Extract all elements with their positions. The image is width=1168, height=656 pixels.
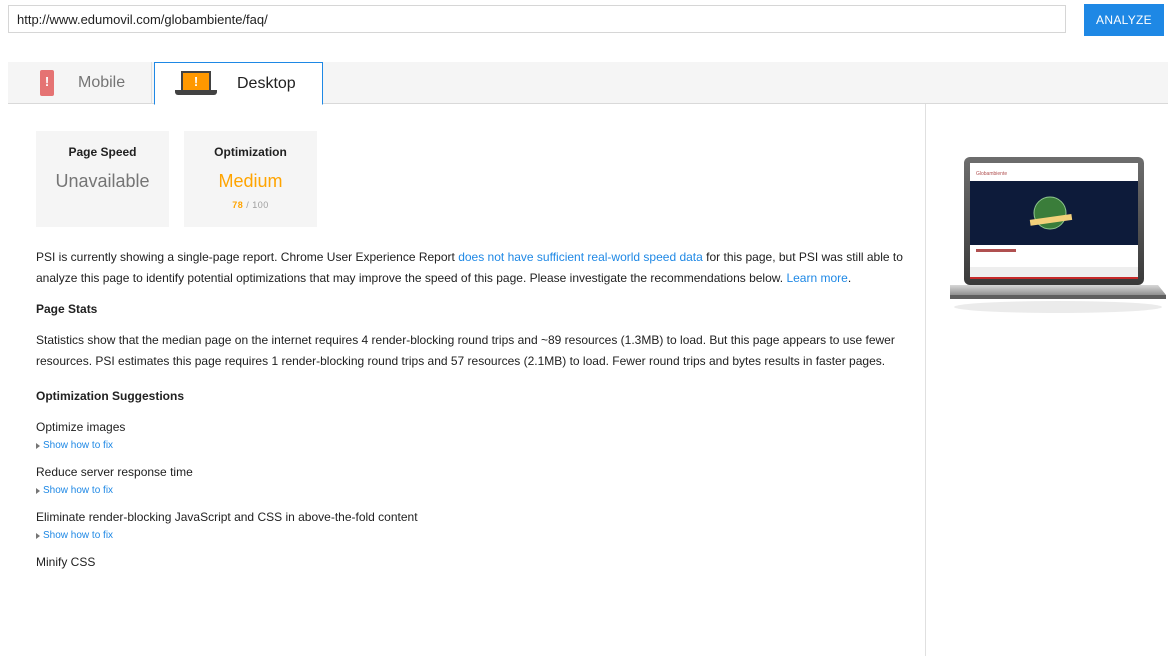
- intro-text-1: PSI is currently showing a single-page r…: [36, 250, 459, 264]
- suggestion-title: Eliminate render-blocking JavaScript and…: [36, 510, 418, 524]
- optimization-title: Optimization: [214, 145, 287, 159]
- report-content: PSI is currently showing a single-page r…: [36, 247, 906, 573]
- show-fix-label: Show how to fix: [43, 440, 114, 451]
- sidebar-divider: [925, 104, 926, 656]
- page-speed-title: Page Speed: [68, 145, 137, 159]
- tab-desktop-label: Desktop: [237, 74, 296, 92]
- show-fix-label: Show how to fix: [43, 485, 114, 496]
- crux-link[interactable]: does not have sufficient real-world spee…: [458, 250, 703, 264]
- page-speed-card: Page Speed Unavailable: [36, 131, 169, 227]
- optimization-score: 78 / 100: [184, 200, 317, 210]
- intro-paragraph: PSI is currently showing a single-page r…: [36, 247, 906, 289]
- suggestion-title: Reduce server response time: [36, 465, 193, 479]
- optimization-score-max: / 100: [246, 200, 269, 210]
- show-fix-label: Show how to fix: [43, 530, 114, 541]
- mobile-warning-icon: [40, 70, 54, 96]
- page-stats-text: Statistics show that the median page on …: [36, 333, 895, 368]
- optimization-card: Optimization Medium 78 / 100: [184, 131, 317, 227]
- tab-mobile[interactable]: Mobile: [8, 62, 152, 104]
- expand-triangle-icon: [36, 533, 40, 539]
- intro-text-end: .: [847, 271, 852, 285]
- page-stats-heading: Page Stats: [36, 302, 98, 316]
- tab-mobile-label: Mobile: [78, 74, 126, 91]
- page-speed-value: Unavailable: [55, 171, 150, 191]
- expand-triangle-icon: [36, 488, 40, 494]
- device-tabbar: Mobile Desktop: [8, 62, 1168, 105]
- analyze-button[interactable]: ANALYZE: [1084, 4, 1164, 36]
- suggestion-title: Minify CSS: [36, 555, 96, 569]
- show-fix-link[interactable]: Show how to fix: [36, 438, 906, 454]
- desktop-screenshot-preview: Globambiente: [950, 157, 1166, 313]
- show-fix-link[interactable]: Show how to fix: [36, 528, 906, 544]
- show-fix-link[interactable]: Show how to fix: [36, 483, 906, 499]
- tab-desktop[interactable]: Desktop: [154, 62, 323, 105]
- url-input[interactable]: [8, 5, 1066, 33]
- optimization-score-number: 78: [232, 200, 244, 210]
- suggestions-heading: Optimization Suggestions: [36, 389, 185, 403]
- expand-triangle-icon: [36, 443, 40, 449]
- preview-site-name: Globambiente: [976, 171, 1007, 177]
- optimization-value: Medium: [218, 171, 283, 191]
- suggestion-title: Optimize images: [36, 420, 126, 434]
- desktop-warning-icon: [175, 70, 217, 97]
- learn-more-link[interactable]: Learn more: [786, 271, 847, 285]
